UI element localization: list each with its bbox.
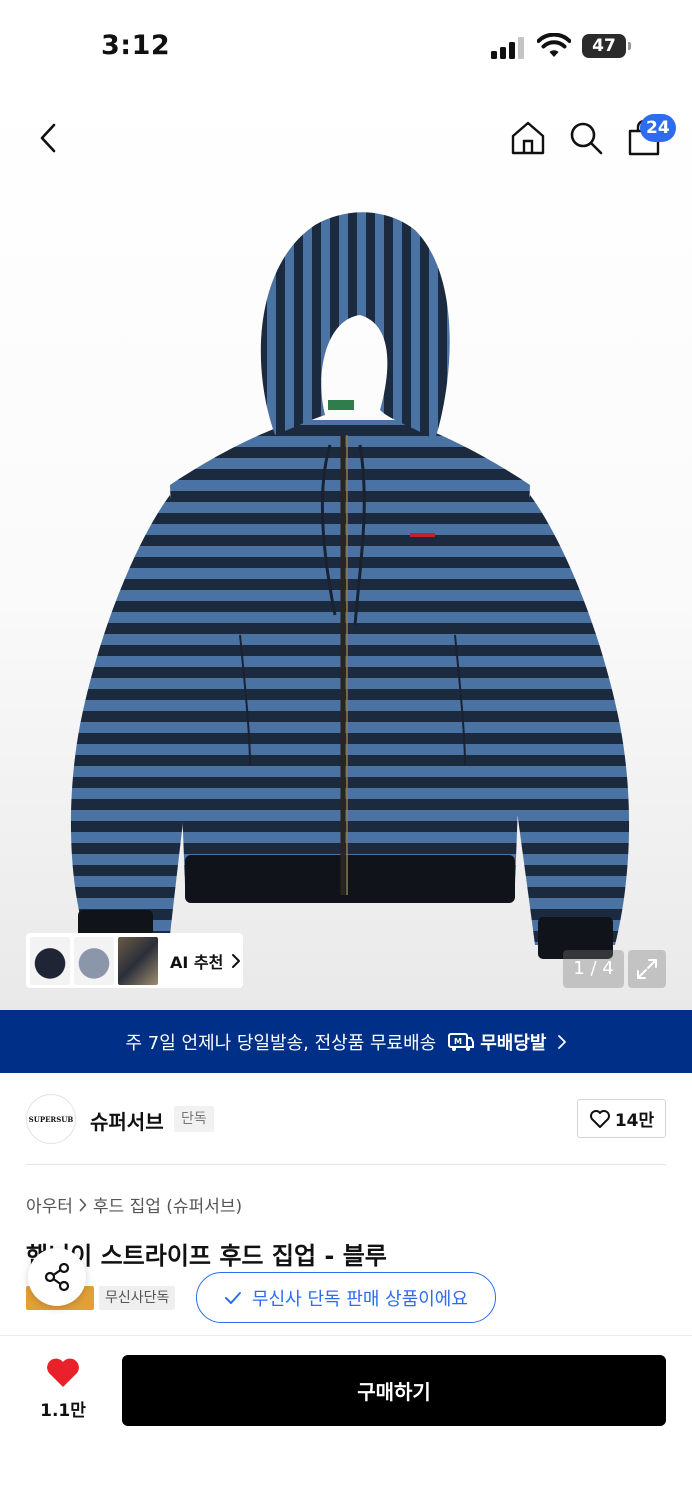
- heart-outline-icon: [589, 1109, 610, 1128]
- home-button[interactable]: [506, 116, 550, 160]
- heart-filled-icon[interactable]: [45, 1357, 81, 1389]
- banner-logo-text: 무배당발: [480, 1032, 547, 1054]
- share-icon: [44, 1262, 70, 1292]
- thumbnail-navy[interactable]: [30, 936, 70, 985]
- truck-m-icon: M: [448, 1032, 475, 1051]
- musinsa-exclusive-badge: 무신사단독: [99, 1286, 176, 1310]
- back-button[interactable]: [28, 118, 68, 158]
- brand-logo[interactable]: SUPERSUB: [26, 1094, 76, 1144]
- ai-recommend-label[interactable]: AI 추천: [170, 949, 223, 973]
- status-bar: 3:12 47: [0, 0, 692, 90]
- brand-exclusive-tag: 단독: [174, 1106, 214, 1132]
- battery-nub: [628, 42, 631, 50]
- expand-button[interactable]: [628, 950, 666, 988]
- wifi-icon: [537, 33, 571, 57]
- checkmark-icon: [225, 1291, 242, 1304]
- home-icon: [511, 121, 545, 155]
- product-image[interactable]: [60, 205, 640, 995]
- signal-icon: [491, 37, 524, 59]
- search-button[interactable]: [564, 116, 608, 160]
- banner-text: 주 7일 언제나 당일발송, 전상품 무료배송: [125, 1032, 437, 1054]
- chevron-left-icon: [40, 123, 56, 153]
- chevron-right-icon: [232, 953, 241, 968]
- brand-logo-text: SUPERSUB: [28, 1114, 74, 1124]
- divider: [26, 1164, 666, 1165]
- share-button[interactable]: [28, 1248, 86, 1306]
- breadcrumb: 아우터 후드 집업 (슈퍼서브): [26, 1192, 242, 1217]
- search-icon: [570, 122, 603, 155]
- thumbnail-grey[interactable]: [74, 936, 114, 985]
- breadcrumb-item-outer[interactable]: 아우터: [26, 1192, 73, 1217]
- product-image-gallery[interactable]: 24 AI 추천 1 / 4: [0, 90, 692, 1010]
- brand-like-button[interactable]: 14만: [577, 1099, 666, 1138]
- thumbnail-model[interactable]: [118, 936, 158, 985]
- like-count: 1.1만: [40, 1401, 86, 1421]
- chevron-right-icon: [79, 1198, 87, 1211]
- status-time: 3:12: [101, 30, 171, 61]
- banner-logo: M 무배당발: [448, 1029, 547, 1055]
- cart-count-badge: 24: [640, 114, 676, 142]
- image-pager: 1 / 4: [563, 950, 624, 988]
- delivery-banner[interactable]: 주 7일 언제나 당일발송, 전상품 무료배송 M 무배당발: [0, 1010, 692, 1073]
- breadcrumb-item-category[interactable]: 후드 집업 (슈퍼서브): [93, 1192, 242, 1217]
- exclusive-sale-pill[interactable]: 무신사 단독 판매 상품이에요: [196, 1272, 496, 1323]
- exclusive-sale-text: 무신사 단독 판매 상품이에요: [252, 1288, 468, 1310]
- ai-recommend-strip[interactable]: AI 추천: [26, 933, 243, 988]
- brand-name[interactable]: 슈퍼서브: [90, 1106, 164, 1135]
- buy-button[interactable]: 구매하기: [122, 1355, 666, 1426]
- brand-like-count: 14만: [614, 1111, 655, 1131]
- svg-text:M: M: [454, 1037, 462, 1046]
- chevron-right-icon: [557, 1034, 566, 1049]
- expand-icon: [637, 959, 657, 979]
- battery-indicator: 47: [582, 34, 626, 58]
